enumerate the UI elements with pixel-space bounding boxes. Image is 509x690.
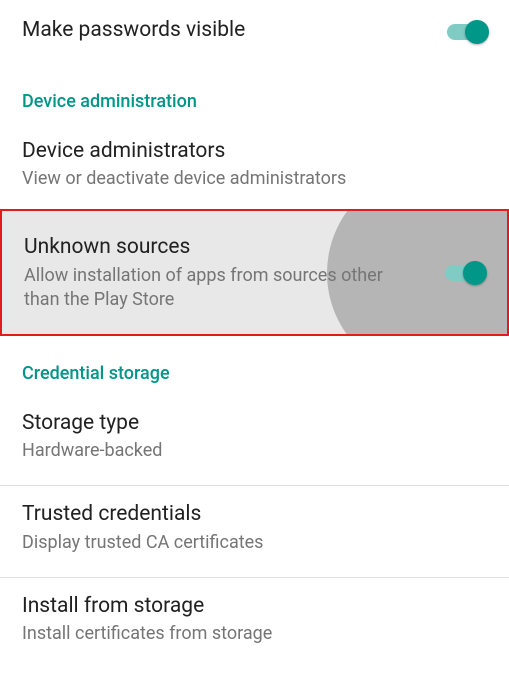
device-administrators-row[interactable]: Device administrators View or deactivate… [0, 123, 509, 210]
section-credential-storage: Credential storage [0, 336, 509, 394]
trusted-credentials-row[interactable]: Trusted credentials Display trusted CA c… [0, 486, 509, 573]
passwords-toggle[interactable] [445, 22, 487, 42]
row-title: Install from storage [22, 592, 487, 620]
toggle-thumb [465, 20, 489, 44]
install-from-storage-row[interactable]: Install from storage Install certificate… [0, 578, 509, 665]
row-subtitle: View or deactivate device administrators [22, 167, 487, 191]
toggle-thumb [463, 261, 487, 285]
row-title: Trusted credentials [22, 500, 487, 528]
unknown-sources-toggle[interactable] [443, 263, 485, 283]
section-device-administration: Device administration [0, 64, 509, 122]
row-title: Device administrators [22, 137, 487, 165]
row-subtitle: Install certificates from storage [22, 622, 487, 646]
row-subtitle: Display trusted CA certificates [22, 531, 487, 555]
row-title: Storage type [22, 409, 487, 437]
unknown-sources-row[interactable]: Unknown sources Allow installation of ap… [2, 211, 507, 334]
storage-type-row[interactable]: Storage type Hardware-backed [0, 395, 509, 482]
unknown-sources-highlight: Unknown sources Allow installation of ap… [0, 209, 509, 336]
make-passwords-visible-row[interactable]: Make passwords visible [0, 0, 509, 64]
row-subtitle: Allow installation of apps from sources … [24, 264, 417, 313]
row-subtitle: Hardware-backed [22, 439, 487, 463]
row-title: Make passwords visible [22, 16, 419, 44]
row-title: Unknown sources [24, 233, 417, 261]
